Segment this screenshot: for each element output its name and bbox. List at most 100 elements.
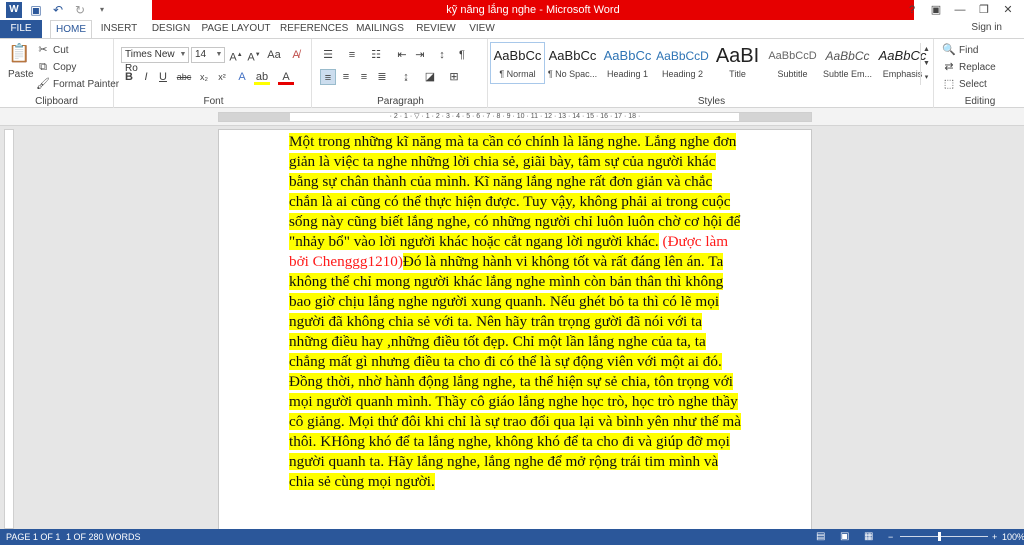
- style-title[interactable]: AaBI Title: [710, 42, 765, 84]
- zoom-slider[interactable]: [900, 536, 988, 537]
- scissors-icon: ✂: [38, 44, 48, 56]
- multilevel-list-icon[interactable]: ☷: [368, 47, 384, 63]
- tab-references[interactable]: REFERENCES: [280, 20, 348, 38]
- copy-label: Copy: [53, 61, 77, 73]
- text-effects-icon[interactable]: A: [234, 69, 250, 85]
- style-no-spacing[interactable]: AaBbCc ¶ No Spac...: [545, 42, 600, 84]
- tab-design[interactable]: DESIGN: [148, 20, 194, 38]
- quick-access-toolbar: W ▣ ↶ ↻ ▾: [6, 1, 110, 19]
- word-count[interactable]: 1 OF 280 WORDS: [66, 529, 141, 545]
- vertical-ruler[interactable]: [4, 129, 14, 529]
- zoom-level[interactable]: 100%: [1002, 529, 1024, 545]
- read-mode-icon[interactable]: ▤: [816, 529, 825, 545]
- print-layout-icon[interactable]: ▣: [840, 529, 849, 545]
- style-preview: AaBbCc: [493, 48, 542, 63]
- font-size-value: 14: [195, 49, 207, 60]
- cut-button[interactable]: ✂ Cut: [36, 43, 68, 57]
- styles-scroll-icon[interactable]: ▲ ▼ ▾: [920, 43, 932, 85]
- highlight-color-icon[interactable]: ab: [254, 69, 270, 85]
- redo-icon[interactable]: ↻: [72, 2, 88, 18]
- editing-label: Editing: [964, 96, 996, 107]
- strikethrough-icon[interactable]: abc: [176, 69, 192, 85]
- style-name: Heading 1: [606, 69, 649, 79]
- close-button[interactable]: ✕: [996, 0, 1020, 20]
- tab-file[interactable]: FILE: [0, 20, 42, 38]
- shrink-font-icon[interactable]: A▼: [246, 47, 262, 64]
- change-case-icon[interactable]: Aa: [266, 47, 282, 63]
- select-button[interactable]: ⬚ Select: [942, 77, 987, 91]
- replace-icon: ⇄: [944, 61, 954, 73]
- style-subtle-emphasis[interactable]: AaBbCc Subtle Em...: [820, 42, 875, 84]
- sign-in-link[interactable]: Sign in: [971, 22, 1002, 33]
- restore-button[interactable]: ❐: [972, 0, 996, 20]
- tab-home[interactable]: HOME: [50, 20, 92, 39]
- find-button[interactable]: 🔍 Find: [942, 43, 978, 57]
- tab-page-layout[interactable]: PAGE LAYOUT: [200, 20, 272, 38]
- style-name: Subtle Em...: [822, 69, 873, 79]
- bold-icon[interactable]: B: [121, 69, 137, 85]
- show-marks-icon[interactable]: ¶: [454, 47, 470, 63]
- customize-icon[interactable]: ▾: [94, 2, 110, 18]
- borders-icon[interactable]: ⊞: [446, 69, 462, 85]
- paste-button[interactable]: Paste: [8, 69, 34, 80]
- grow-font-icon[interactable]: A▲: [228, 47, 244, 64]
- line-spacing-icon[interactable]: ↨: [398, 69, 414, 85]
- document-area: Một trong những kĩ năng mà ta cần có chí…: [0, 127, 1024, 529]
- web-layout-icon[interactable]: ▦: [864, 529, 873, 545]
- save-icon[interactable]: ▣: [28, 2, 44, 18]
- font-name-select[interactable]: Times New Ro ▼: [121, 47, 189, 74]
- clear-formatting-icon[interactable]: A̸: [288, 47, 304, 63]
- subscript-icon[interactable]: x₂: [196, 69, 212, 85]
- tab-mailings[interactable]: MAILINGS: [352, 20, 408, 38]
- style-name: ¶ No Spac...: [547, 69, 598, 79]
- tab-insert[interactable]: INSERT: [96, 20, 142, 38]
- word-icon[interactable]: W: [6, 2, 22, 18]
- underline-icon[interactable]: U: [155, 69, 171, 85]
- font-group: Times New Ro ▼ 14 ▼ A▲ A▼ Aa A̸ B I U abc …: [116, 39, 312, 108]
- clipboard-label: Clipboard: [35, 96, 78, 107]
- increase-indent-icon[interactable]: ⇥: [412, 47, 428, 63]
- ribbon-display-icon[interactable]: ▣: [924, 0, 948, 20]
- zoom-slider-thumb[interactable]: [938, 532, 941, 541]
- numbering-icon[interactable]: ≡: [344, 47, 360, 63]
- justify-icon[interactable]: ≣: [374, 69, 390, 85]
- horizontal-ruler[interactable]: · 2 · 1 · ▽ · 1 · 2 · 3 · 4 · 5 · 6 · 7 …: [218, 112, 812, 122]
- tab-review[interactable]: REVIEW: [414, 20, 458, 38]
- page-count[interactable]: PAGE 1 OF 1: [6, 529, 60, 545]
- style-subtitle[interactable]: AaBbCcD Subtitle: [765, 42, 820, 84]
- cursor-icon: ⬚: [943, 78, 955, 90]
- document-page[interactable]: Một trong những kĩ năng mà ta cần có chí…: [218, 129, 812, 529]
- clipboard-group: 📋 Paste ✂ Cut ⧉ Copy 🖌 Format Painter Clipb…: [0, 39, 119, 108]
- paste-icon[interactable]: 📋: [8, 44, 30, 67]
- minimize-button[interactable]: —: [948, 0, 972, 20]
- replace-button[interactable]: ⇄ Replace: [942, 60, 995, 74]
- font-color-icon[interactable]: A: [278, 69, 294, 85]
- help-icon[interactable]: ?: [900, 0, 924, 20]
- chevron-down-icon: ▼: [215, 51, 223, 58]
- paragraph-group: ☰ ≡ ☷ ⇤ ⇥ ↕ ¶ ≡ ≡ ≡ ≣ ↨ ◪ ⊞ Paragraph: [314, 39, 488, 108]
- font-size-select[interactable]: 14 ▼: [191, 47, 225, 63]
- zoom-in-button[interactable]: +: [992, 529, 997, 545]
- document-body[interactable]: Một trong những kĩ năng mà ta cần có chí…: [289, 132, 741, 492]
- bullets-icon[interactable]: ☰: [320, 47, 336, 63]
- style-preview: AaBbCcD: [656, 49, 709, 63]
- shading-icon[interactable]: ◪: [422, 69, 438, 85]
- align-right-icon[interactable]: ≡: [356, 69, 372, 85]
- italic-icon[interactable]: I: [138, 69, 154, 85]
- style-preview: AaBI: [715, 45, 760, 67]
- style-heading-1[interactable]: AaBbCc Heading 1: [600, 42, 655, 84]
- copy-button[interactable]: ⧉ Copy: [36, 60, 76, 74]
- undo-icon[interactable]: ↶: [50, 2, 66, 18]
- style-normal[interactable]: AaBbCc ¶ Normal: [490, 42, 545, 84]
- ruler-bar: · 2 · 1 · ▽ · 1 · 2 · 3 · 4 · 5 · 6 · 7 …: [0, 108, 1024, 126]
- format-painter-button[interactable]: 🖌 Format Painter: [36, 77, 119, 91]
- tab-view[interactable]: VIEW: [464, 20, 500, 38]
- zoom-out-button[interactable]: −: [888, 529, 893, 545]
- decrease-indent-icon[interactable]: ⇤: [394, 47, 410, 63]
- align-left-icon[interactable]: ≡: [320, 69, 336, 85]
- sort-icon[interactable]: ↕: [434, 47, 450, 63]
- superscript-icon[interactable]: x²: [214, 69, 230, 85]
- align-center-icon[interactable]: ≡: [338, 69, 354, 85]
- paragraph-text-2: Đó là những hành vi không tốt và rất đán…: [289, 253, 741, 490]
- style-heading-2[interactable]: AaBbCcD Heading 2: [655, 42, 710, 84]
